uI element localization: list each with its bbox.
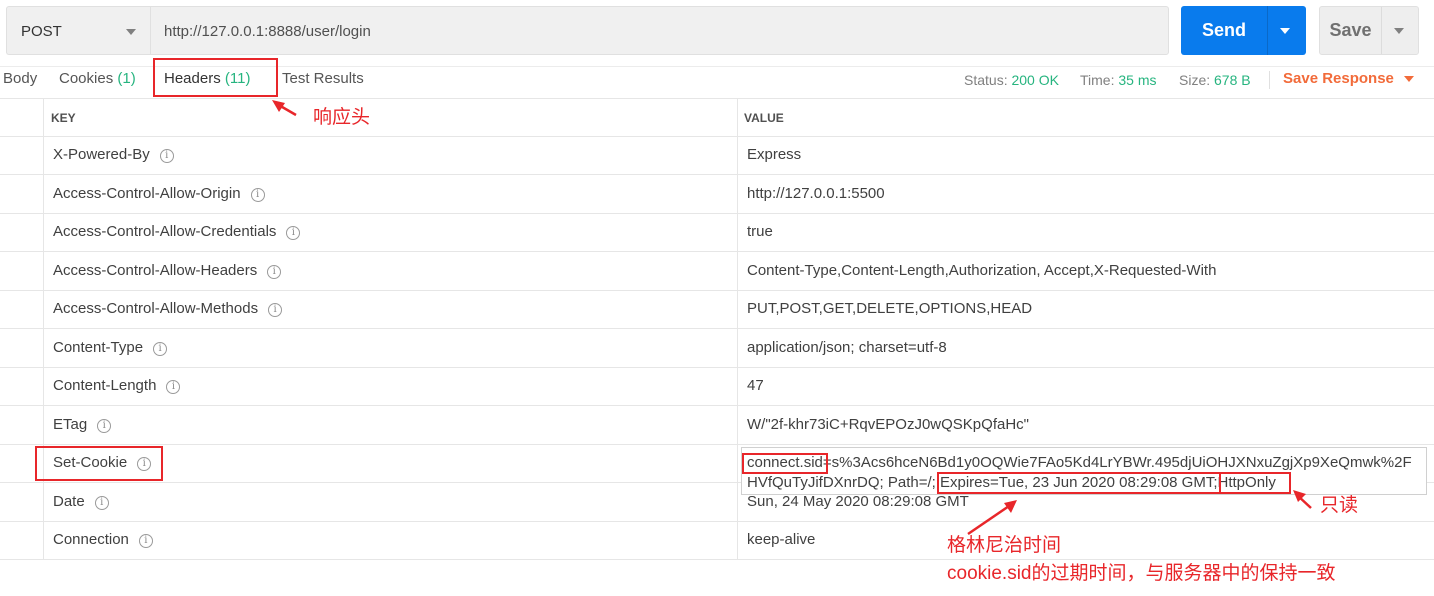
tab-body-label: Body bbox=[3, 70, 38, 87]
save-dropdown-chevron-icon[interactable] bbox=[1394, 28, 1404, 34]
tab-cookies-label: Cookies bbox=[59, 70, 114, 87]
table-row: Access-Control-Allow-Methods i PUT,POST,G… bbox=[0, 290, 1434, 329]
header-key: ETag i bbox=[53, 416, 112, 433]
time-info: Time: 35 ms bbox=[1080, 70, 1157, 90]
table-row: Access-Control-Allow-Origin i http://127.… bbox=[0, 175, 1434, 214]
value-column-header: VALUE bbox=[744, 111, 784, 125]
info-icon[interactable]: i bbox=[138, 534, 153, 548]
status-label: Status: bbox=[964, 72, 1008, 88]
request-bar: POST http://127.0.0.1:8888/user/login Se… bbox=[0, 0, 1434, 66]
info-icon[interactable]: i bbox=[250, 188, 265, 202]
header-key: Connection i bbox=[53, 531, 153, 548]
table-header: KEY VALUE bbox=[0, 98, 1434, 137]
expires-highlight bbox=[937, 472, 1221, 494]
cookie-value-part-1: =s%3Acs6hceN6Bd1y0OQWie7FAo5Kd4LrYBWr.49… bbox=[822, 454, 1412, 471]
header-key: Access-Control-Allow-Credentials i bbox=[53, 223, 301, 240]
header-value: 47 bbox=[747, 377, 764, 394]
tab-test-results-label: Test Results bbox=[282, 70, 364, 87]
info-icon[interactable]: i bbox=[268, 303, 283, 317]
header-value: true bbox=[747, 223, 773, 240]
info-icon[interactable]: i bbox=[286, 226, 301, 240]
header-key: Access-Control-Allow-Headers i bbox=[53, 262, 282, 279]
gmt-annotation: 格林尼治时间 bbox=[947, 535, 1062, 556]
toolbar-divider bbox=[1269, 71, 1270, 89]
table-row: X-Powered-By i Express bbox=[0, 136, 1434, 175]
header-key: X-Powered-By i bbox=[53, 146, 174, 163]
header-key: Content-Length i bbox=[53, 377, 181, 394]
send-label: Send bbox=[1201, 20, 1246, 40]
headers-annotation: 响应头 bbox=[313, 107, 371, 128]
info-icon[interactable]: i bbox=[94, 496, 109, 510]
chevron-down-icon bbox=[1403, 76, 1414, 83]
header-value: application/json; charset=utf-8 bbox=[747, 339, 947, 356]
header-value: Express bbox=[747, 146, 802, 163]
tab-cookies-count: (1) bbox=[117, 70, 136, 87]
table-row: Content-Type i application/json; charset=… bbox=[0, 329, 1434, 368]
info-icon[interactable]: i bbox=[267, 265, 282, 279]
header-key: Access-Control-Allow-Origin i bbox=[53, 185, 265, 202]
key-column-header: KEY bbox=[51, 111, 76, 125]
set-cookie-line-1: connect.sid=s%3Acs6hceN6Bd1y0OQWie7FAo5K… bbox=[747, 453, 1426, 473]
header-key: Content-Type i bbox=[53, 339, 168, 356]
send-button[interactable]: Send bbox=[1181, 6, 1306, 55]
info-icon[interactable]: i bbox=[166, 380, 181, 394]
info-icon[interactable]: i bbox=[153, 342, 168, 356]
headers-tab-highlight bbox=[153, 58, 278, 97]
header-value: PUT,POST,GET,DELETE,OPTIONS,HEAD bbox=[747, 300, 1033, 317]
cookie-value-part-2: HVfQuTyJifDXnrDQ; Path=/; bbox=[747, 474, 940, 491]
expiry-annotation: cookie.sid的过期时间，与服务器中的保持一致 bbox=[947, 563, 1336, 584]
save-divider bbox=[1381, 7, 1382, 54]
table-row: Connection i keep-alive bbox=[0, 521, 1434, 560]
save-label: Save bbox=[1329, 20, 1372, 40]
header-key: Date i bbox=[53, 493, 109, 510]
header-value: keep-alive bbox=[747, 531, 816, 548]
table-row: Access-Control-Allow-Credentials i true bbox=[0, 213, 1434, 252]
httponly-highlight bbox=[1219, 472, 1291, 494]
time-label: Time: bbox=[1080, 72, 1115, 88]
readonly-annotation: 只读 bbox=[1320, 495, 1359, 516]
save-response-label: Save Response bbox=[1283, 70, 1394, 87]
header-value: W/"2f-khr73iC+RqvEPOzJ0wQSKpQfaHc" bbox=[747, 416, 1029, 433]
chevron-down-icon bbox=[126, 29, 136, 35]
time-value: 35 ms bbox=[1118, 72, 1157, 88]
method-select[interactable]: POST bbox=[6, 6, 150, 55]
save-button[interactable]: Save bbox=[1319, 6, 1419, 55]
status-value: 200 OK bbox=[1011, 72, 1059, 88]
header-key: Access-Control-Allow-Methods i bbox=[53, 300, 283, 317]
info-icon[interactable]: i bbox=[97, 419, 112, 433]
header-value: http://127.0.0.1:5500 bbox=[747, 185, 885, 202]
save-response-button[interactable]: Save Response bbox=[1283, 69, 1414, 89]
send-dropdown-chevron-icon[interactable] bbox=[1280, 28, 1290, 34]
tab-test-results[interactable]: Test Results bbox=[282, 69, 364, 95]
set-cookie-key-highlight bbox=[35, 446, 163, 481]
tab-body[interactable]: Body bbox=[3, 69, 37, 95]
send-divider bbox=[1267, 6, 1268, 55]
size-value: 678 B bbox=[1214, 72, 1251, 88]
table-row: Content-Length i 47 bbox=[0, 367, 1434, 406]
header-value: Content-Type,Content-Length,Authorizatio… bbox=[747, 262, 1217, 279]
table-row: Access-Control-Allow-Headers i Content-Ty… bbox=[0, 252, 1434, 291]
status-info: Status: 200 OK bbox=[964, 70, 1059, 90]
cookie-name-highlight bbox=[742, 453, 828, 474]
size-label: Size: bbox=[1179, 72, 1211, 88]
url-input[interactable]: http://127.0.0.1:8888/user/login bbox=[150, 6, 1169, 55]
header-value: Sun, 24 May 2020 08:29:08 GMT bbox=[747, 493, 969, 510]
info-icon[interactable]: i bbox=[159, 149, 174, 163]
table-row: ETag i W/"2f-khr73iC+RqvEPOzJ0wQSKpQfaHc" bbox=[0, 406, 1434, 445]
tab-cookies[interactable]: Cookies (1) bbox=[59, 69, 136, 95]
size-info: Size: 678 B bbox=[1179, 70, 1251, 90]
method-label: POST bbox=[21, 23, 62, 40]
